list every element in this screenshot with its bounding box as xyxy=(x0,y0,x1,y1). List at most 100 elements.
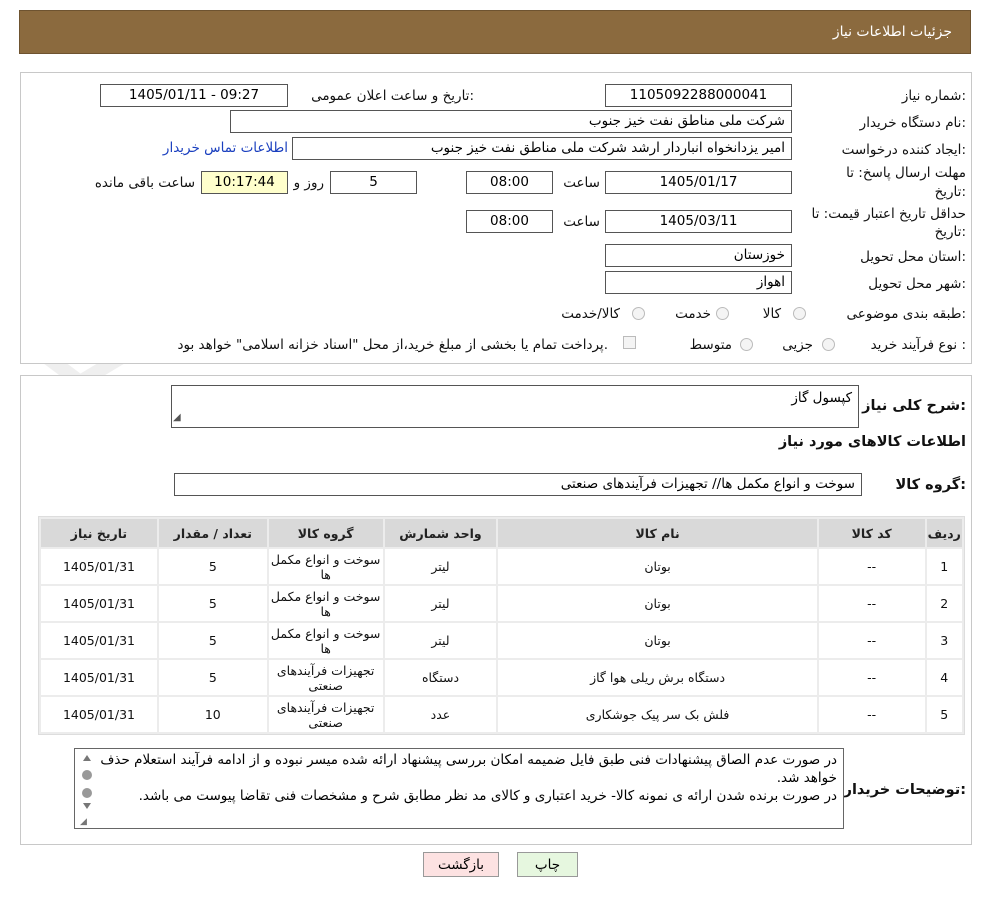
treasury-payment-checkbox[interactable] xyxy=(623,336,636,349)
col-item-group: گروه کالا xyxy=(268,519,383,547)
days-remaining-field: 5 xyxy=(330,171,417,194)
deadline-label-date: تاریخ: xyxy=(934,184,966,200)
col-need-date: تاریخ نیاز xyxy=(41,519,157,547)
resize-handle-icon[interactable]: ◢ xyxy=(173,412,181,423)
notes-scrollbar[interactable]: ◢ xyxy=(77,751,97,827)
validity-time-field: 08:00 xyxy=(466,210,553,233)
buyer-notes-line-1: در صورت عدم الصاق پیشنهادات فنی طبق فایل… xyxy=(100,752,837,786)
process-minor-radio[interactable] xyxy=(822,338,835,351)
table-header-row: ردیف کد کالا نام کالا واحد شمارش گروه کا… xyxy=(41,519,962,547)
province-field: خوزستان xyxy=(605,244,792,267)
announce-datetime-field: 1405/01/11 - 09:27 xyxy=(100,84,288,107)
announce-label: تاریخ و ساعت اعلان عمومی: xyxy=(311,88,474,104)
cell-quantity: 5 xyxy=(158,549,267,584)
category-goods-service-label: کالا/خدمت xyxy=(561,306,620,322)
buyer-org-field: شرکت ملی مناطق نفت خیز جنوب xyxy=(230,110,792,133)
deadline-date-field: 1405/01/17 xyxy=(605,171,792,194)
scroll-down-icon xyxy=(83,803,91,809)
buyer-contact-link[interactable]: اطلاعات تماس خریدار xyxy=(163,140,288,156)
description-label: شرح کلی نیاز: xyxy=(862,398,966,414)
cell-row-number: 3 xyxy=(926,623,962,658)
cell-row-number: 1 xyxy=(926,549,962,584)
category-goods-label: کالا xyxy=(762,306,781,322)
scroll-thumb-icon-2 xyxy=(82,788,92,798)
cell-need-date: 1405/01/31 xyxy=(41,623,157,658)
scroll-thumb-icon xyxy=(82,770,92,780)
description-field[interactable]: کپسول گاز xyxy=(171,385,859,428)
cell-item-code: -- xyxy=(818,660,925,695)
goods-group-label: گروه کالا: xyxy=(895,477,966,493)
svg-text:◢: ◢ xyxy=(80,817,87,827)
goods-info-title: اطلاعات کالاهای مورد نیاز xyxy=(778,434,966,450)
buyer-notes-label: توضیحات خریدار: xyxy=(843,782,966,798)
city-label: شهر محل تحویل: xyxy=(868,276,966,292)
page-title: جزئیات اطلاعات نیاز xyxy=(832,24,952,40)
need-number-label: شماره نیاز: xyxy=(901,88,966,104)
cell-item-group: سوخت و انواع مکمل ها xyxy=(268,549,383,584)
cell-item-name: بوتان xyxy=(498,549,817,584)
cell-unit: عدد xyxy=(384,697,497,732)
cell-item-group: سوخت و انواع مکمل ها xyxy=(268,623,383,658)
cell-need-date: 1405/01/31 xyxy=(41,660,157,695)
process-medium-label: متوسط xyxy=(689,337,732,353)
process-medium-radio[interactable] xyxy=(740,338,753,351)
buyer-org-label: نام دستگاه خریدار: xyxy=(859,115,966,131)
buyer-notes-line-2: در صورت برنده شدن ارائه ی نمونه کالا- خر… xyxy=(138,788,837,804)
cell-row-number: 5 xyxy=(926,697,962,732)
buyer-notes-text: در صورت عدم الصاق پیشنهادات فنی طبق فایل… xyxy=(97,751,837,805)
process-type-label: نوع فرآیند خرید : xyxy=(870,337,966,353)
cell-need-date: 1405/01/31 xyxy=(41,697,157,732)
category-label: طبقه بندی موضوعی: xyxy=(846,306,966,322)
buyer-notes-field[interactable]: در صورت عدم الصاق پیشنهادات فنی طبق فایل… xyxy=(74,748,844,829)
back-button[interactable]: بازگشت xyxy=(423,852,499,877)
category-service-label: خدمت xyxy=(675,306,711,322)
cell-unit: دستگاه xyxy=(384,660,497,695)
category-service-radio[interactable] xyxy=(716,307,729,320)
remaining-time-label: ساعت باقی مانده xyxy=(94,175,195,191)
scroll-up-icon xyxy=(83,755,91,761)
need-number-field: 1105092288000041 xyxy=(605,84,792,107)
cell-quantity: 5 xyxy=(158,660,267,695)
table-row: 5 -- فلش بک سر پیک جوشکاری عدد تجهیزات ف… xyxy=(41,697,962,732)
validity-date-field: 1405/03/11 xyxy=(605,210,792,233)
cell-item-code: -- xyxy=(818,549,925,584)
cell-item-name: بوتان xyxy=(498,586,817,621)
days-label: روز و xyxy=(293,175,324,191)
cell-need-date: 1405/01/31 xyxy=(41,549,157,584)
col-item-name: نام کالا xyxy=(498,519,817,547)
process-minor-label: جزیی xyxy=(782,337,813,353)
validity-time-label: ساعت xyxy=(563,214,600,230)
goods-group-field: سوخت و انواع مکمل ها// تجهیزات فرآیندهای… xyxy=(174,473,862,496)
cell-row-number: 4 xyxy=(926,660,962,695)
table-row: 4 -- دستگاه برش ریلی هوا گاز دستگاه تجهی… xyxy=(41,660,962,695)
requester-label: ایجاد کننده درخواست: xyxy=(841,142,966,158)
requester-field: امیر یزدانخواه انباردار ارشد شرکت ملی من… xyxy=(292,137,792,160)
table-row: 1 -- بوتان لیتر سوخت و انواع مکمل ها 5 1… xyxy=(41,549,962,584)
cell-unit: لیتر xyxy=(384,623,497,658)
goods-table: ردیف کد کالا نام کالا واحد شمارش گروه کا… xyxy=(38,516,965,735)
print-button[interactable]: چاپ xyxy=(517,852,578,877)
col-item-code: کد کالا xyxy=(818,519,925,547)
category-goods-service-radio[interactable] xyxy=(632,307,645,320)
cell-quantity: 5 xyxy=(158,623,267,658)
cell-item-name: فلش بک سر پیک جوشکاری xyxy=(498,697,817,732)
validity-label: حداقل تاریخ اعتبار قیمت: تا xyxy=(811,206,966,222)
cell-item-name: بوتان xyxy=(498,623,817,658)
col-unit: واحد شمارش xyxy=(384,519,497,547)
cell-quantity: 5 xyxy=(158,586,267,621)
page-header: جزئیات اطلاعات نیاز xyxy=(19,10,971,54)
cell-row-number: 2 xyxy=(926,586,962,621)
category-goods-radio[interactable] xyxy=(793,307,806,320)
deadline-label: مهلت ارسال پاسخ: تا xyxy=(846,165,966,181)
cell-item-group: تجهیزات فرآیندهای صنعتی xyxy=(268,660,383,695)
col-row-number: ردیف xyxy=(926,519,962,547)
deadline-time-field: 08:00 xyxy=(466,171,553,194)
cell-unit: لیتر xyxy=(384,549,497,584)
cell-item-code: -- xyxy=(818,697,925,732)
province-label: استان محل تحویل: xyxy=(860,249,966,265)
table-row: 2 -- بوتان لیتر سوخت و انواع مکمل ها 5 1… xyxy=(41,586,962,621)
col-quantity: تعداد / مقدار xyxy=(158,519,267,547)
city-field: اهواز xyxy=(605,271,792,294)
cell-quantity: 10 xyxy=(158,697,267,732)
cell-item-group: تجهیزات فرآیندهای صنعتی xyxy=(268,697,383,732)
